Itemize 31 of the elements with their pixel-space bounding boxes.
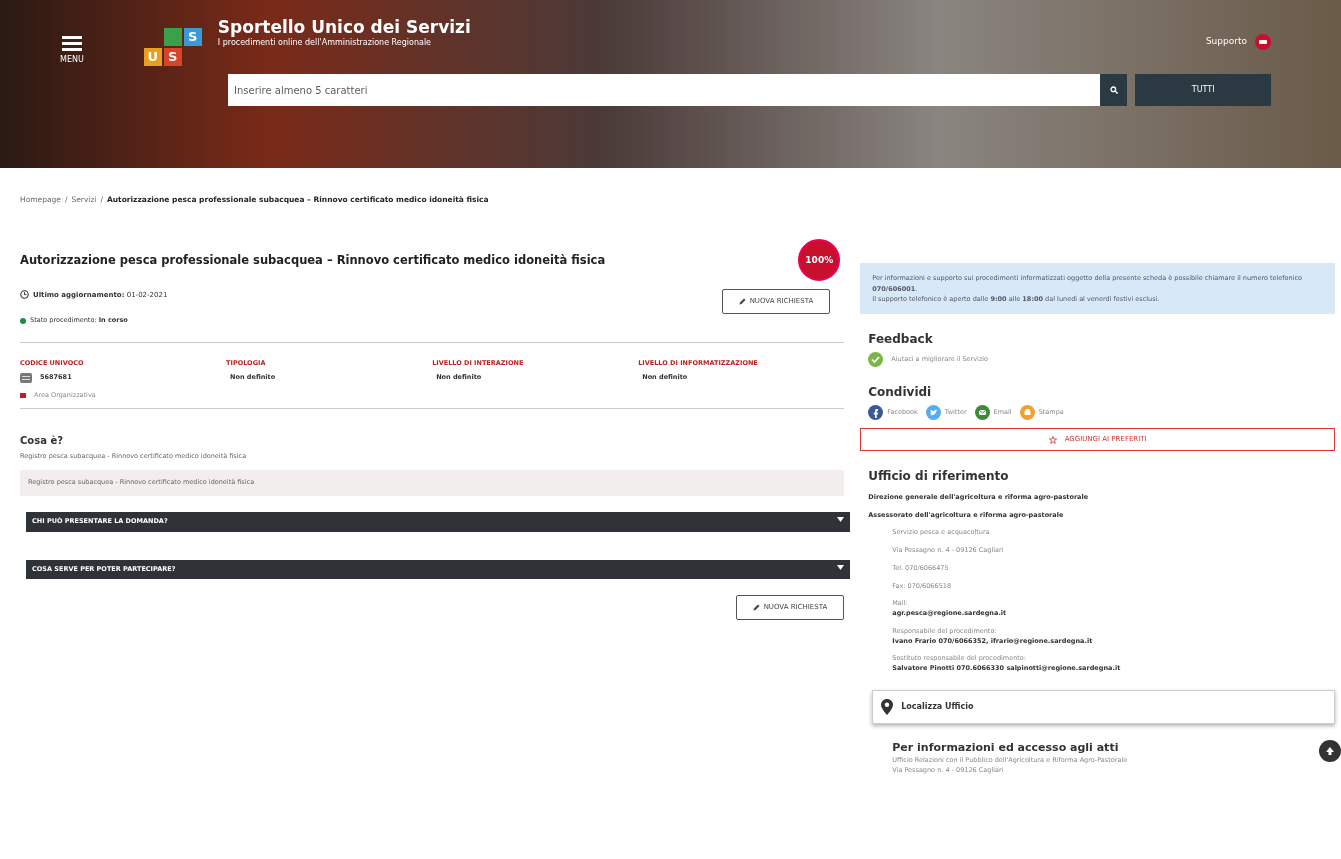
pencil-icon <box>738 298 746 305</box>
site-logo: S U S <box>143 28 202 66</box>
arrow-up-icon <box>1325 745 1335 756</box>
map-pin-icon <box>881 698 894 715</box>
online-badge: 100% <box>798 239 841 282</box>
site-subtitle: I procedimenti online dell'Amministrazione Regionale <box>217 37 433 49</box>
search-button[interactable] <box>1100 74 1128 106</box>
star-icon <box>1048 435 1057 444</box>
support-link[interactable]: Supporto <box>1205 35 1247 49</box>
clock-icon <box>20 290 29 300</box>
scroll-top-button[interactable] <box>1319 739 1341 762</box>
service-title: Autorizzazione pesca professionale subacquea – Rinnovo certificato medico idoneità fisica <box>20 251 606 269</box>
status-dot <box>20 317 26 324</box>
area-marker <box>20 392 26 398</box>
menu-button[interactable]: MENU <box>60 36 84 66</box>
search-field[interactable]: Inserire almeno 5 caratteri <box>228 74 1101 106</box>
caret-down-icon <box>837 564 845 570</box>
section-heading: Cosa è? <box>20 434 64 449</box>
locate-office-panel[interactable]: Localizza Ufficio <box>872 689 1335 724</box>
pencil-icon <box>752 604 760 611</box>
share-heading: Condividi <box>868 384 933 402</box>
access-heading: Per informazioni ed accesso agli atti <box>892 739 1120 756</box>
caret-down-icon <box>837 516 845 522</box>
feedback-heading: Feedback <box>868 331 934 349</box>
filter-button[interactable]: TUTTI <box>1135 74 1271 106</box>
office-heading: Ufficio di riferimento <box>868 467 1010 485</box>
site-title: Sportello Unico dei Servizi <box>217 18 471 37</box>
check-circle-icon <box>868 352 884 368</box>
search-icon <box>1109 86 1118 94</box>
support-icon <box>1255 34 1271 50</box>
menu-icon <box>61 36 82 52</box>
